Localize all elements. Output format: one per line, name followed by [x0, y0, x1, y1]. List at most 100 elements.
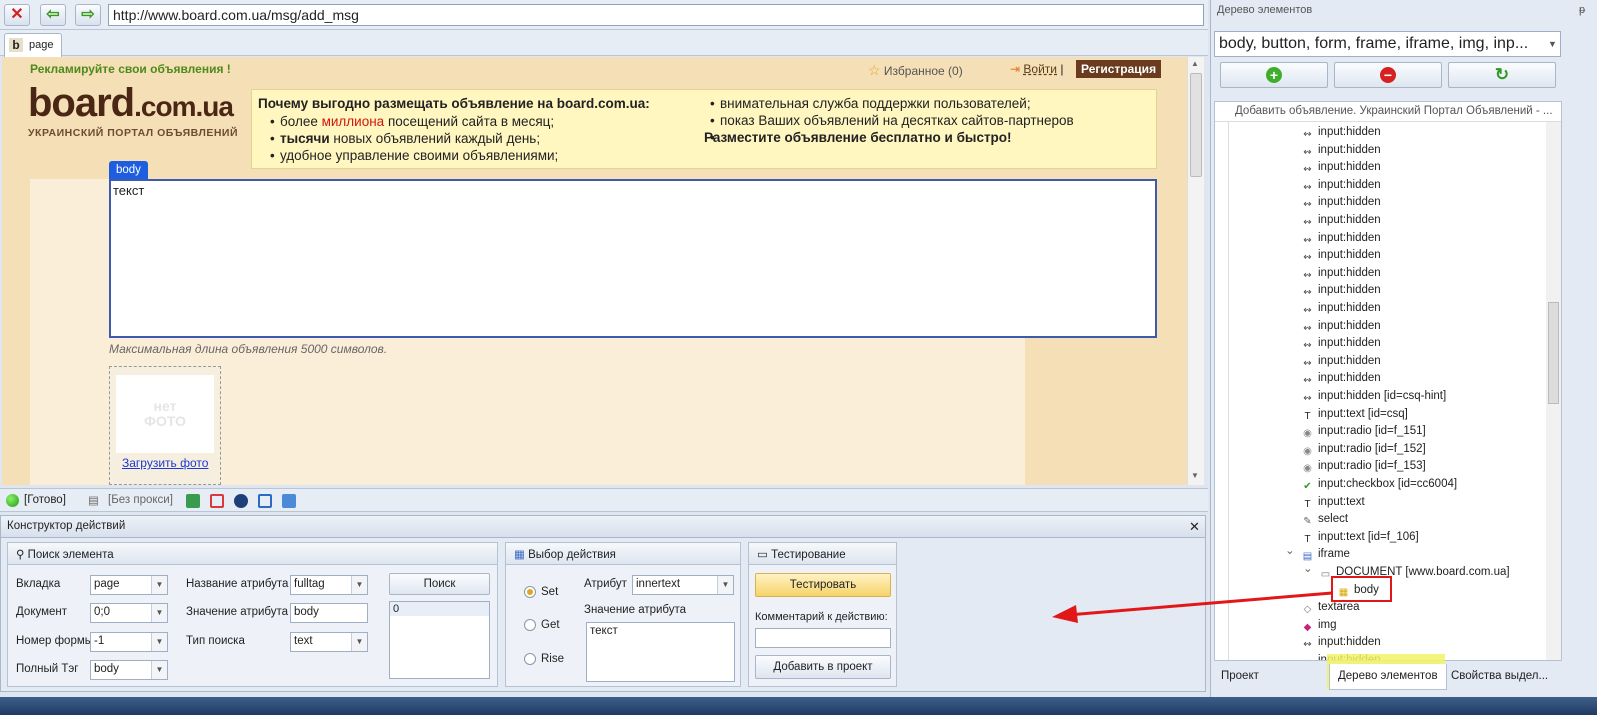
- attr-value-textarea[interactable]: текст: [586, 622, 735, 682]
- tree-node[interactable]: Tinput:text [id=f_106]: [1215, 529, 1545, 547]
- action-choice-group: ▦ Выбор действия Set Get Rise Атрибут in…: [505, 542, 741, 687]
- status-bar: [Готово] ▤ [Без прокси]: [0, 488, 1208, 512]
- expand-toggle-icon[interactable]: ⌄: [1303, 561, 1313, 578]
- tree-root[interactable]: Добавить объявление. Украинский Портал О…: [1215, 102, 1561, 122]
- set-radio[interactable]: [524, 586, 536, 598]
- pin-icon[interactable]: ᵽ: [1579, 4, 1585, 16]
- test-button[interactable]: Тестировать: [755, 573, 891, 597]
- tab-page[interactable]: b page: [4, 33, 62, 57]
- tree-node[interactable]: ↭ input:hidden: [1215, 353, 1545, 371]
- tree-node[interactable]: ↭ input:hidden: [1215, 124, 1545, 142]
- document-select[interactable]: 0;0 ▼: [90, 603, 168, 623]
- scroll-up-icon[interactable]: ▲: [1191, 59, 1199, 68]
- tree-node[interactable]: ✎ select: [1215, 511, 1545, 529]
- tree-node[interactable]: ◉ input:radio [id=f_153]: [1215, 458, 1545, 476]
- form-number-select[interactable]: -1 ▼: [90, 632, 168, 652]
- add-button[interactable]: +: [1220, 62, 1328, 88]
- hidden-icon: ↭: [1303, 340, 1312, 352]
- search-type-label: Тип поиска: [186, 635, 245, 647]
- search-button[interactable]: Поиск: [389, 573, 490, 595]
- comment-input[interactable]: [755, 628, 891, 648]
- benefits-cta: Разместите объявление бесплатно и быстро…: [698, 129, 1148, 146]
- attribute-label: Атрибут: [584, 578, 627, 590]
- add-to-project-button[interactable]: Добавить в проект: [755, 655, 891, 679]
- tree-node[interactable]: ↭ input:hidden: [1215, 335, 1545, 353]
- site-logo[interactable]: board.com.ua УКРАИНСКИЙ ПОРТАЛ ОБЪЯВЛЕНИ…: [28, 83, 238, 139]
- tree-node[interactable]: ✔ input:checkbox [id=cc6004]: [1215, 476, 1545, 494]
- scrollbar-thumb[interactable]: [1190, 73, 1202, 177]
- expand-toggle-icon[interactable]: ⌄: [1285, 543, 1295, 560]
- tree-node[interactable]: ↭ input:hidden: [1215, 159, 1545, 177]
- login-link[interactable]: Войти: [1023, 62, 1057, 76]
- download-icon[interactable]: [186, 494, 200, 508]
- scrollbar-thumb[interactable]: [1548, 302, 1559, 404]
- tree-node[interactable]: ↭ input:hidden: [1215, 230, 1545, 248]
- close-icon[interactable]: ✕: [1189, 519, 1200, 535]
- full-tag-select[interactable]: body ▼: [90, 660, 168, 680]
- tree-node[interactable]: ↭ input:hidden: [1215, 142, 1545, 160]
- register-button[interactable]: Регистрация: [1076, 60, 1162, 78]
- url-input[interactable]: http://www.board.com.ua/msg/add_msg: [108, 4, 1204, 26]
- chevron-down-icon[interactable]: ▼: [1544, 31, 1561, 57]
- tab-select[interactable]: page ▼: [90, 575, 168, 595]
- tab-selection-properties[interactable]: Свойства выдел...: [1443, 664, 1556, 690]
- search-type-select[interactable]: text ▼: [290, 632, 368, 652]
- tree-node-label: input:hidden: [1318, 284, 1381, 297]
- tree-node[interactable]: ↭ input:hidden: [1215, 177, 1545, 195]
- promo-link[interactable]: Рекламируйте свои объявления !: [30, 62, 231, 76]
- get-radio[interactable]: [524, 619, 536, 631]
- tree-node[interactable]: ↭ input:hidden: [1215, 265, 1545, 283]
- remove-button[interactable]: −: [1334, 62, 1442, 88]
- hidden-icon: ↭: [1303, 357, 1312, 369]
- upload-photo-link[interactable]: Загрузить фото: [122, 456, 208, 470]
- windows-icon[interactable]: [258, 494, 272, 508]
- benefit-item: показ Ваших объявлений на десятках сайто…: [698, 112, 1148, 129]
- favorites-link[interactable]: ☆ Избранное (0): [868, 62, 963, 79]
- tree-scrollbar[interactable]: [1546, 122, 1561, 660]
- edit-icon[interactable]: [282, 494, 296, 508]
- element-filter-select[interactable]: body, button, form, frame, iframe, img, …: [1214, 31, 1561, 57]
- tab-element-tree[interactable]: Дерево элементов: [1329, 664, 1447, 690]
- attr-name-select[interactable]: fulltag ▼: [290, 575, 368, 595]
- ad-text-editor[interactable]: текст: [109, 179, 1157, 338]
- tree-node[interactable]: ◉ input:radio [id=f_152]: [1215, 441, 1545, 459]
- tree-node[interactable]: ⌄ ▤ iframe: [1215, 543, 1545, 564]
- tree-node[interactable]: ↭ input:hidden: [1215, 370, 1545, 388]
- search-results-list[interactable]: 0: [389, 601, 490, 679]
- no-photo-placeholder: нет ФОТО: [116, 375, 214, 453]
- attribute-select[interactable]: innertext ▼: [632, 575, 734, 595]
- tree-node[interactable]: ↭ input:hidden: [1215, 282, 1545, 300]
- annotation-arrow: [1052, 591, 1333, 623]
- tab-project[interactable]: Проект: [1213, 664, 1267, 690]
- radio-icon: ◉: [1303, 463, 1312, 475]
- rise-radio[interactable]: [524, 653, 536, 665]
- tree-node-label: input:hidden: [1318, 319, 1381, 332]
- tree-node[interactable]: Tinput:text: [1215, 494, 1545, 512]
- attr-value-input[interactable]: body: [290, 603, 368, 623]
- tree-node-label: input:hidden: [1318, 178, 1381, 191]
- compass-icon[interactable]: [234, 494, 248, 508]
- tree-node[interactable]: ↭ input:hidden: [1215, 212, 1545, 230]
- stop-icon[interactable]: ✕: [4, 4, 30, 26]
- tree-node[interactable]: ↭ input:hidden: [1215, 318, 1545, 336]
- back-arrow-icon[interactable]: ⇦: [40, 4, 66, 26]
- forward-arrow-icon[interactable]: ⇨: [75, 4, 101, 26]
- tree-node[interactable]: ◉ input:radio [id=f_151]: [1215, 423, 1545, 441]
- refresh-button[interactable]: ↻: [1448, 62, 1556, 88]
- tree-node[interactable]: ↭ input:hidden [id=csq-hint]: [1215, 388, 1545, 406]
- benefit-item: более миллиона посещений сайта в месяц;: [258, 113, 698, 130]
- tree-node[interactable]: ↭ input:hidden: [1215, 634, 1545, 652]
- tree-node[interactable]: ↭ input:hidden: [1215, 247, 1545, 265]
- tree-node[interactable]: Tinput:text [id=csq]: [1215, 406, 1545, 424]
- text-input-icon: T: [1304, 533, 1311, 545]
- tree-node[interactable]: ↭ input:hidden: [1215, 300, 1545, 318]
- scroll-down-icon[interactable]: ▼: [1191, 471, 1199, 480]
- benefits-box: Почему выгодно размещать объявление на b…: [251, 89, 1157, 169]
- list-item[interactable]: 0: [390, 602, 489, 616]
- radio-icon: ◉: [1303, 445, 1312, 457]
- page-scrollbar[interactable]: ▲ ▼: [1187, 57, 1204, 485]
- grid-icon[interactable]: [210, 494, 224, 508]
- hidden-icon: ↭: [1303, 181, 1312, 193]
- minus-icon: −: [1380, 67, 1396, 83]
- tree-node[interactable]: ↭ input:hidden: [1215, 194, 1545, 212]
